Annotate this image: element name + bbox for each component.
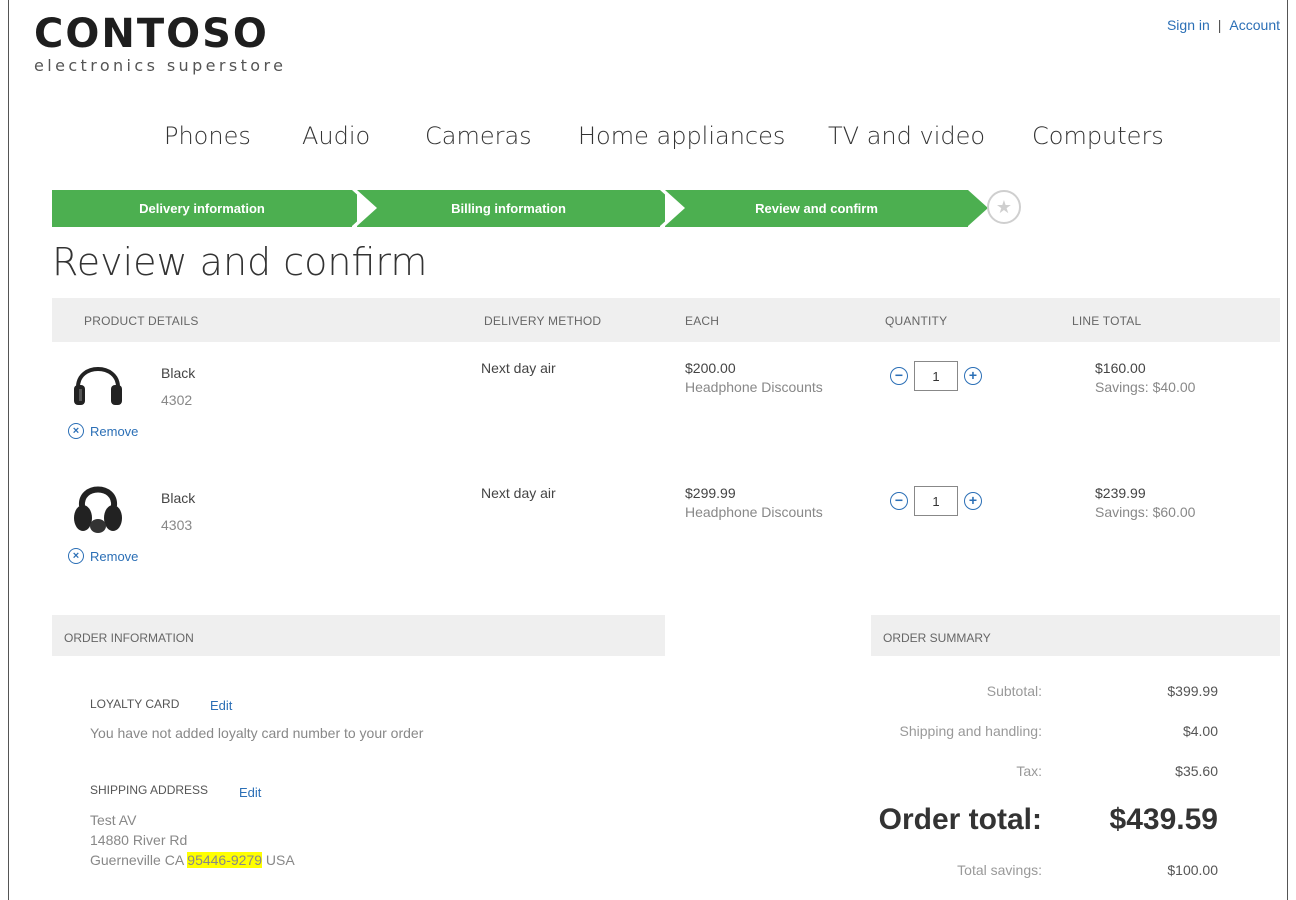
loyalty-edit-link[interactable]: Edit (210, 698, 232, 713)
unit-price: $200.00 (685, 360, 736, 376)
address-city-state: Guerneville CA (90, 852, 184, 868)
order-summary-header: ORDER SUMMARY (871, 615, 1280, 656)
star-icon: ★ (987, 190, 1021, 224)
cart-table-header: PRODUCT DETAILS DELIVERY METHOD EACH QUA… (52, 298, 1280, 342)
page-title: Review and confirm (52, 240, 428, 284)
tax-label: Tax: (1016, 763, 1042, 779)
discount-name: Headphone Discounts (685, 379, 823, 395)
top-links: Sign in | Account (1167, 17, 1280, 33)
checkout-progress: Delivery information Billing information… (52, 190, 1052, 227)
product-color: Black (161, 365, 196, 381)
order-information-header: ORDER INFORMATION (52, 615, 665, 656)
total-savings-value: $100.00 (1167, 862, 1218, 878)
quantity-stepper: − 1 + (890, 486, 982, 516)
address-name: Test AV (90, 812, 137, 828)
shipping-label: Shipping and handling: (899, 723, 1042, 739)
line-savings: Savings: $40.00 (1095, 379, 1196, 395)
sign-in-link[interactable]: Sign in (1167, 17, 1210, 33)
loyalty-card-text: You have not added loyalty card number t… (90, 725, 424, 741)
header-line-total: LINE TOTAL (1072, 314, 1142, 328)
table-row: Black 4302 × Remove Next day air $200.00… (52, 345, 1280, 455)
headphones-icon[interactable] (70, 476, 126, 534)
line-total: $160.00 (1095, 360, 1146, 376)
header-each: EACH (685, 314, 720, 328)
shipping-address-label: SHIPPING ADDRESS (90, 783, 209, 797)
line-total: $239.99 (1095, 485, 1146, 501)
product-color: Black (161, 490, 196, 506)
loyalty-card-label: LOYALTY CARD (90, 697, 180, 711)
order-information-title: ORDER INFORMATION (64, 631, 194, 645)
nav-item-cameras[interactable]: Cameras (425, 122, 532, 150)
logo-tagline: electronics superstore (34, 56, 287, 75)
nav-item-audio[interactable]: Audio (302, 122, 370, 150)
unit-price: $299.99 (685, 485, 736, 501)
delivery-method: Next day air (481, 485, 556, 501)
subtotal-value: $399.99 (1167, 683, 1218, 699)
shipping-edit-link[interactable]: Edit (239, 785, 261, 800)
plus-icon[interactable]: + (964, 367, 982, 385)
delivery-method: Next day air (481, 360, 556, 376)
nav-item-phones[interactable]: Phones (164, 122, 251, 150)
nav-item-home-appliances[interactable]: Home appliances (578, 122, 785, 150)
header-quantity: QUANTITY (885, 314, 948, 328)
logo[interactable]: CONTOSO electronics superstore (34, 10, 286, 75)
step-delivery-information[interactable]: Delivery information (52, 190, 372, 227)
nav-item-computers[interactable]: Computers (1032, 122, 1164, 150)
quantity-input[interactable]: 1 (914, 361, 958, 391)
remove-button[interactable]: × Remove (68, 423, 138, 439)
line-savings: Savings: $60.00 (1095, 504, 1196, 520)
discount-name: Headphone Discounts (685, 504, 823, 520)
address-country: USA (265, 852, 295, 868)
minus-icon[interactable]: − (890, 492, 908, 510)
step-notch (665, 190, 685, 226)
order-summary-title: ORDER SUMMARY (883, 631, 991, 645)
main-nav: Phones Audio Cameras Home appliances TV … (0, 122, 1296, 156)
quantity-stepper: − 1 + (890, 361, 982, 391)
remove-icon: × (68, 423, 84, 439)
step-arrow (968, 190, 988, 226)
tax-value: $35.60 (1175, 763, 1218, 779)
shipping-value: $4.00 (1182, 723, 1218, 739)
header-delivery-method: DELIVERY METHOD (484, 314, 602, 328)
header-product-details: PRODUCT DETAILS (84, 314, 199, 328)
nav-item-tv-and-video[interactable]: TV and video (828, 122, 985, 150)
address-street: 14880 River Rd (90, 832, 188, 848)
remove-label: Remove (90, 423, 139, 439)
order-total-label: Order total: (878, 803, 1042, 836)
top-links-separator: | (1217, 17, 1222, 33)
minus-icon[interactable]: − (890, 367, 908, 385)
total-savings-label: Total savings: (957, 862, 1042, 878)
order-total-value: $439.59 (1109, 803, 1218, 836)
account-link[interactable]: Account (1229, 17, 1280, 33)
step-review-and-confirm[interactable]: Review and confirm (665, 190, 988, 227)
table-row: Black 4303 × Remove Next day air $299.99… (52, 470, 1280, 580)
address-city-line: Guerneville CA 95446-9279 USA (90, 852, 295, 868)
step-billing-information[interactable]: Billing information (357, 190, 680, 227)
step-label: Billing information (451, 201, 566, 216)
plus-icon[interactable]: + (964, 492, 982, 510)
address-zip: 95446-9279 (187, 852, 263, 868)
logo-wordmark: CONTOSO (34, 11, 269, 57)
subtotal-label: Subtotal: (986, 683, 1042, 699)
quantity-input[interactable]: 1 (914, 486, 958, 516)
remove-icon: × (68, 548, 84, 564)
step-notch (357, 190, 377, 226)
headphones-icon[interactable] (70, 351, 126, 409)
step-label: Delivery information (139, 201, 265, 216)
product-sku: 4302 (161, 392, 193, 408)
product-sku: 4303 (161, 517, 193, 533)
remove-button[interactable]: × Remove (68, 548, 138, 564)
remove-label: Remove (90, 548, 139, 564)
step-label: Review and confirm (755, 201, 878, 216)
